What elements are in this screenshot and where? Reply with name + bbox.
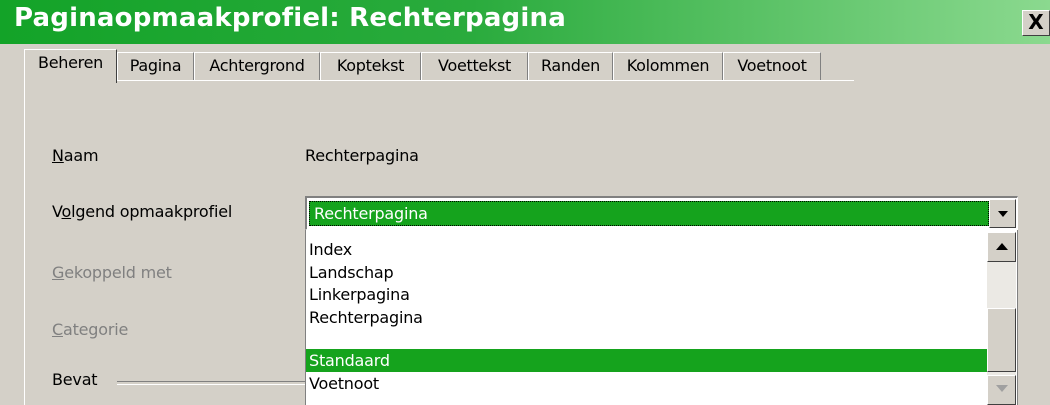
close-button[interactable]: X xyxy=(1022,10,1050,36)
tab-pagina[interactable]: Pagina xyxy=(117,52,194,80)
tab-label: Randen xyxy=(540,56,601,75)
scroll-thumb[interactable] xyxy=(987,308,1016,372)
tab-beheren[interactable]: Beheren xyxy=(24,49,117,83)
arrow-down-icon xyxy=(996,385,1008,392)
list-item-landschap[interactable]: Landschap xyxy=(306,261,987,284)
tab-label: Pagina xyxy=(129,56,182,75)
volgend-label-rest: lgend opmaakprofiel xyxy=(71,202,233,221)
tab-label: Voetnoot xyxy=(737,56,807,75)
dropdown-scrollbar[interactable] xyxy=(987,232,1016,405)
volgend-label-pre: V xyxy=(52,202,62,221)
tab-label: Voettekst xyxy=(438,56,511,75)
title-bar: Paginaopmaakprofiel: Rechterpagina xyxy=(0,0,1050,44)
tab-kolommen[interactable]: Kolommen xyxy=(613,52,723,80)
volgend-opmaakprofiel-label: Volgend opmaakprofiel xyxy=(52,202,232,221)
list-item-voetnoot[interactable]: Voetnoot xyxy=(306,372,987,395)
naam-label-rest: aam xyxy=(63,146,99,165)
dialog-title: Paginaopmaakprofiel: Rechterpagina xyxy=(14,3,566,33)
bevat-group-label: Bevat xyxy=(52,370,98,389)
list-item-standaard[interactable]: Standaard xyxy=(306,349,987,372)
tab-label: Koptekst xyxy=(336,56,405,75)
naam-value: Rechterpagina xyxy=(305,146,419,165)
tab-koptekst[interactable]: Koptekst xyxy=(320,52,421,80)
chevron-down-icon xyxy=(998,211,1008,217)
volgend-label-hotkey: o xyxy=(61,202,72,221)
tab-label: Achtergrond xyxy=(209,56,305,75)
dropdown-current-value[interactable]: Rechterpagina xyxy=(309,201,989,226)
tab-achtergrond[interactable]: Achtergrond xyxy=(194,52,320,80)
gekoppeld-label-hotkey: G xyxy=(52,263,65,282)
list-item-linkerpagina[interactable]: Linkerpagina xyxy=(306,283,987,306)
close-icon: X xyxy=(1028,10,1044,34)
tab-voetnoot[interactable]: Voetnoot xyxy=(723,52,821,80)
list-item-index[interactable]: Index xyxy=(306,238,987,261)
list-item-rechterpagina[interactable]: Rechterpagina xyxy=(306,306,987,329)
gekoppeld-met-label: Gekoppeld met xyxy=(52,263,172,282)
scroll-down-button[interactable] xyxy=(987,375,1016,405)
volgend-opmaakprofiel-dropdown[interactable]: Rechterpagina xyxy=(305,196,1018,230)
categorie-label: Categorie xyxy=(52,320,128,339)
naam-label-hotkey: N xyxy=(52,146,64,165)
tab-randen[interactable]: Randen xyxy=(528,52,613,80)
scroll-up-button[interactable] xyxy=(987,232,1016,262)
categorie-label-rest: ategorie xyxy=(62,320,129,339)
dropdown-list[interactable]: Index Landschap Linkerpagina Rechterpagi… xyxy=(305,230,1018,405)
naam-label: Naam xyxy=(52,146,99,165)
categorie-label-hotkey: C xyxy=(52,320,63,339)
tab-label: Kolommen xyxy=(626,56,710,75)
bevat-group-line xyxy=(117,381,305,385)
tab-voettekst[interactable]: Voettekst xyxy=(421,52,528,80)
gekoppeld-label-rest: ekoppeld met xyxy=(64,263,172,282)
dropdown-toggle-button[interactable] xyxy=(989,199,1016,228)
arrow-up-icon xyxy=(996,243,1008,250)
tab-label: Beheren xyxy=(38,53,103,72)
